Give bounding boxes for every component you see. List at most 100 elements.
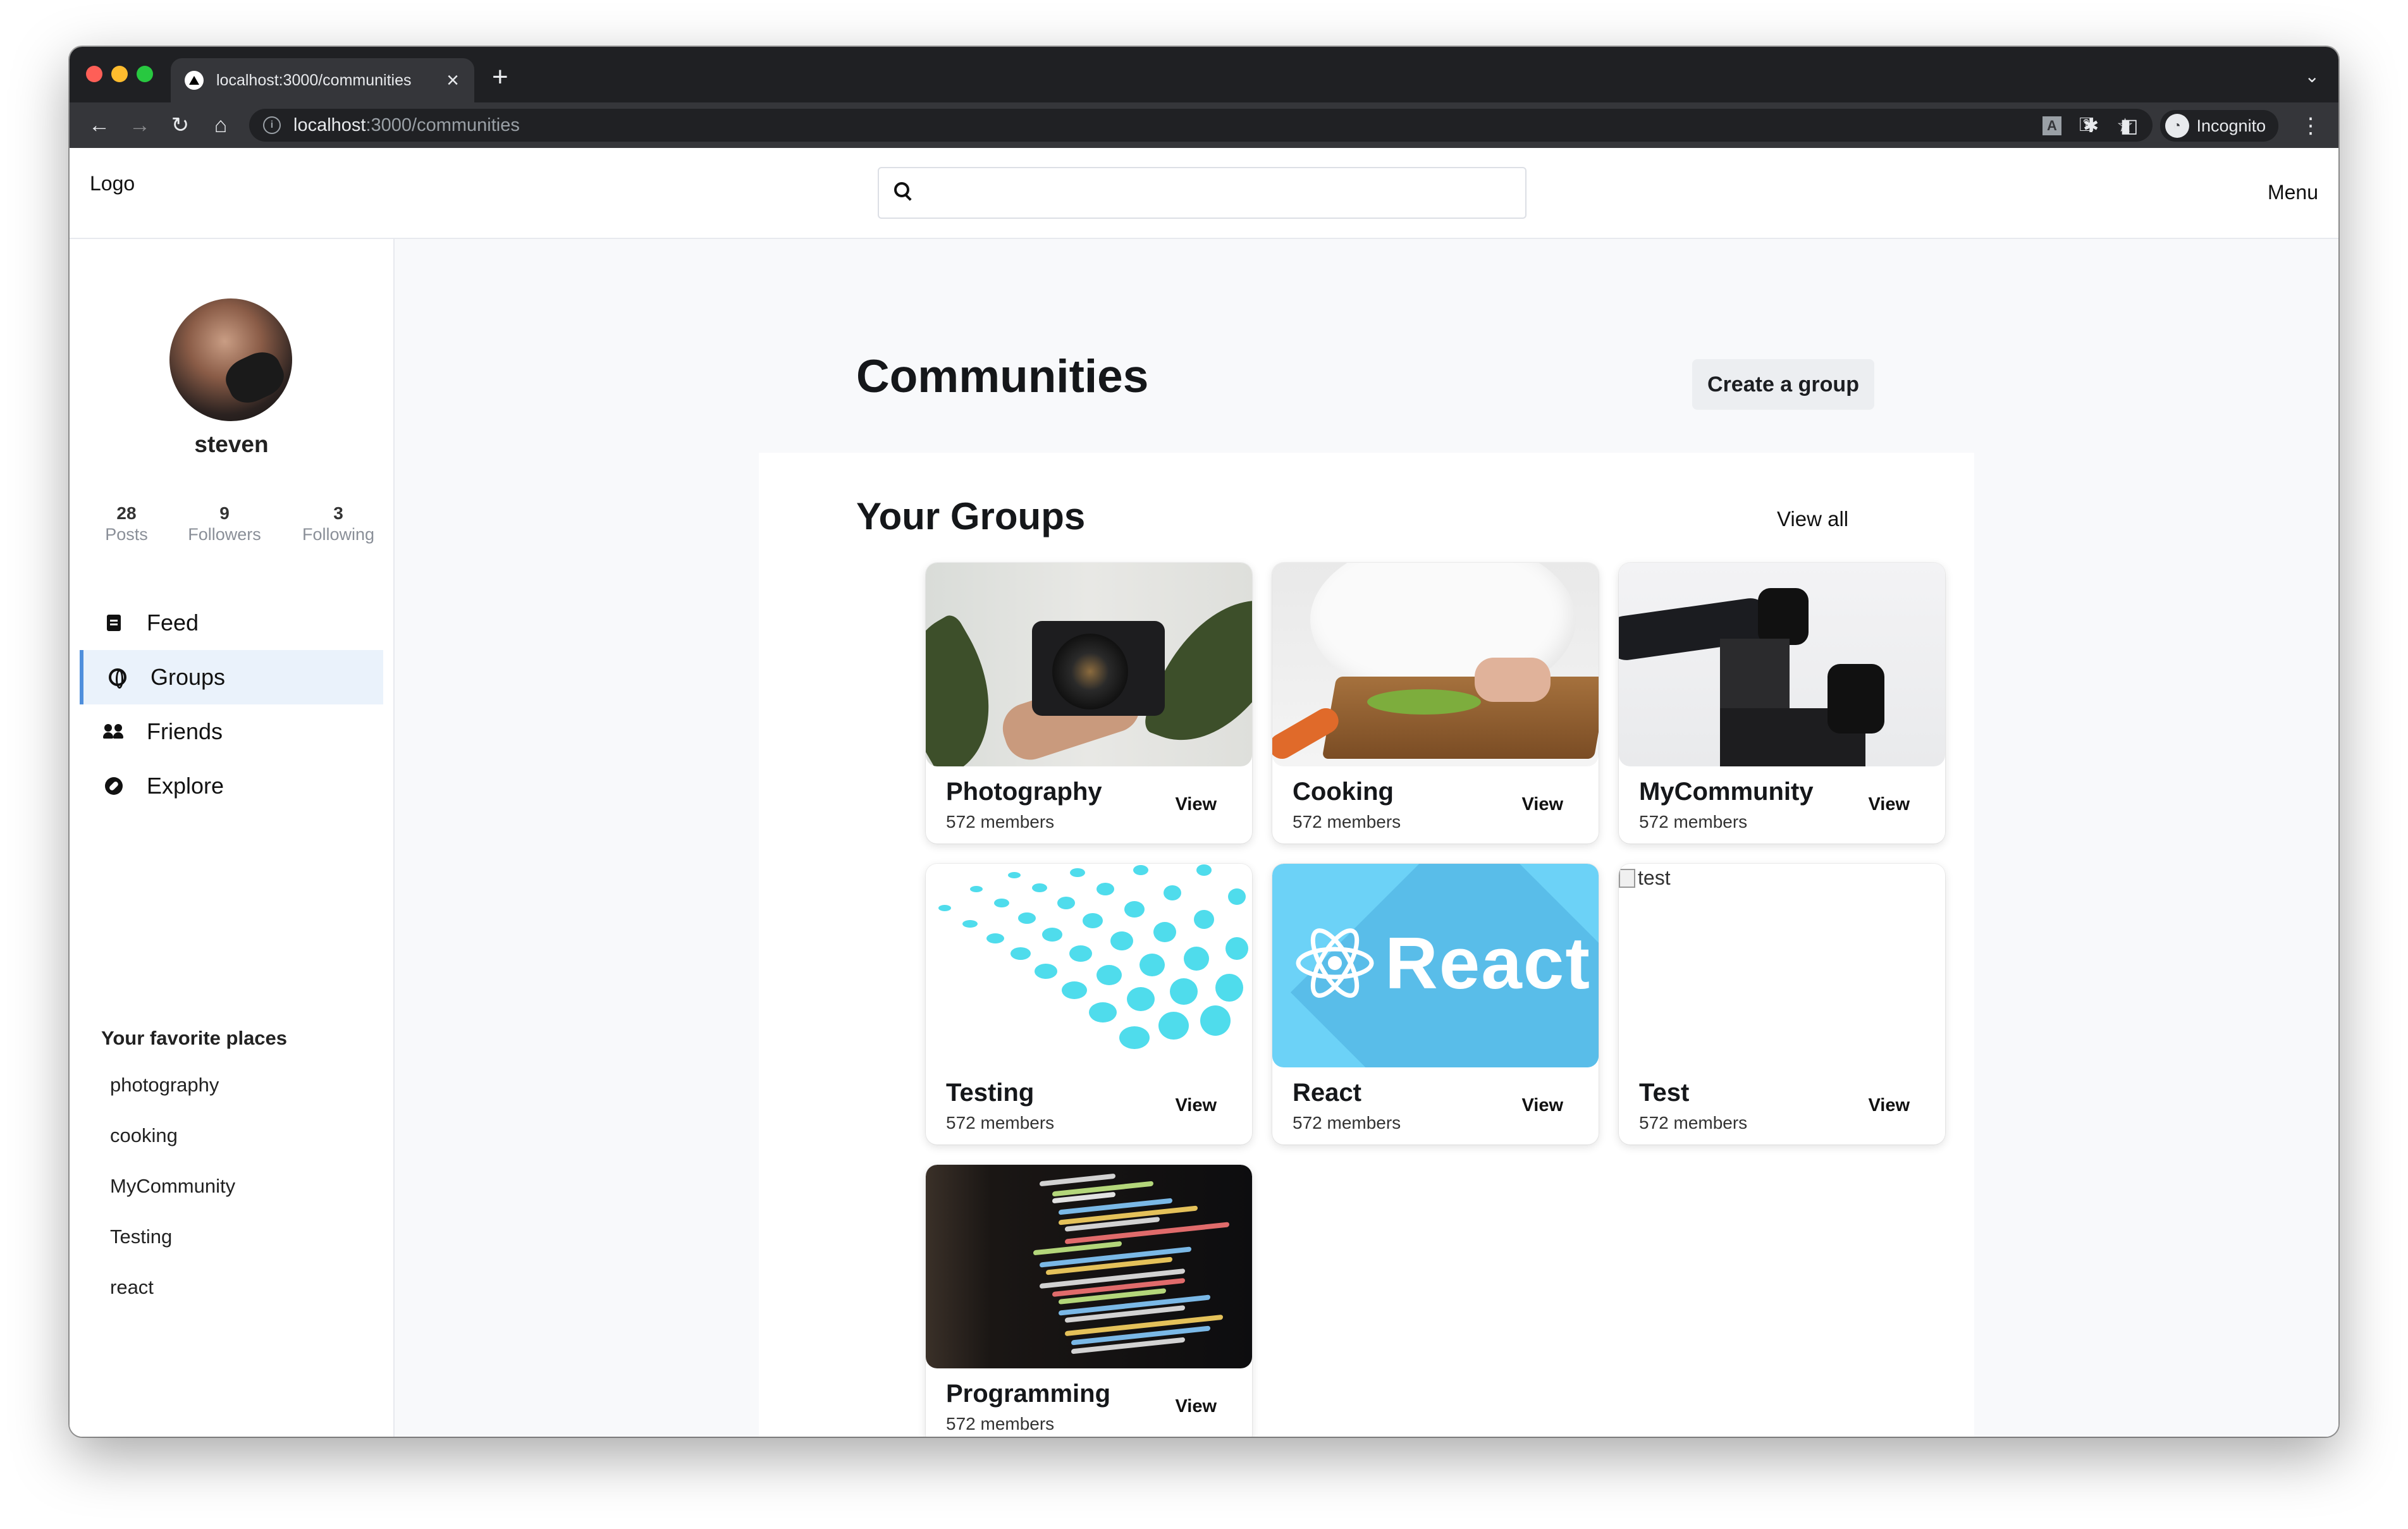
chevron-down-icon[interactable]: ⌄ xyxy=(2305,66,2319,87)
group-members: 572 members xyxy=(946,1414,1055,1434)
sidebar-item-label: Friends xyxy=(147,718,223,744)
group-name: Photography xyxy=(946,778,1102,806)
favorites-list: photography cooking MyCommunity Testing … xyxy=(110,1074,235,1327)
sidebar-item-label: Groups xyxy=(150,664,226,690)
group-members: 572 members xyxy=(1293,812,1401,832)
favorite-item[interactable]: react xyxy=(110,1276,235,1327)
react-logo-text: React xyxy=(1385,922,1591,1004)
view-group-button[interactable]: View xyxy=(1175,1095,1217,1116)
search-icon xyxy=(894,182,909,197)
sidebar-item-friends[interactable]: Friends xyxy=(80,704,383,759)
browser-toolbar: ← → ↻ ⌂ i localhost:3000/communities ⚿ ☆… xyxy=(70,102,2338,148)
group-card-cooking[interactable]: Cooking 572 members View xyxy=(1272,563,1599,844)
stat-label: Following xyxy=(302,525,375,544)
group-image xyxy=(1272,563,1599,766)
sidebar: steven 28 Posts 9 Followers 3 Following xyxy=(70,239,395,1437)
group-image: test xyxy=(1619,864,1945,1067)
extension-a-icon[interactable]: A xyxy=(2042,116,2061,135)
back-arrow-icon[interactable]: ← xyxy=(89,113,110,138)
group-name: Cooking xyxy=(1293,778,1394,806)
search-input[interactable] xyxy=(923,177,1508,207)
minimize-window-button[interactable] xyxy=(111,66,128,82)
logo[interactable]: Logo xyxy=(90,172,135,195)
favorite-item[interactable]: cooking xyxy=(110,1124,235,1175)
avatar[interactable] xyxy=(169,298,292,421)
forward-arrow-icon[interactable]: → xyxy=(129,113,150,138)
incognito-badge[interactable]: ◔ Incognito xyxy=(2159,110,2279,142)
new-tab-icon[interactable]: + xyxy=(492,63,508,91)
compass-icon xyxy=(102,777,125,795)
group-members: 572 members xyxy=(1639,812,1748,832)
users-icon xyxy=(102,724,125,739)
group-card-programming[interactable]: Programming 572 members View xyxy=(926,1165,1252,1437)
side-panel-icon[interactable]: ◧ xyxy=(2120,115,2138,137)
address-bar[interactable]: i localhost:3000/communities ⚿ ☆ xyxy=(249,109,2153,142)
group-card-test[interactable]: test Test 572 members View xyxy=(1619,864,1945,1145)
stat-value: 3 xyxy=(333,503,343,523)
group-members: 572 members xyxy=(1639,1113,1748,1133)
close-tab-icon[interactable]: × xyxy=(446,70,459,91)
browser-tab[interactable]: localhost:3000/communities × xyxy=(171,58,474,102)
close-window-button[interactable] xyxy=(86,66,102,82)
react-atom-icon xyxy=(1296,928,1374,998)
incognito-label: Incognito xyxy=(2196,116,2266,135)
stat-value: 9 xyxy=(219,503,230,523)
group-card-react[interactable]: React React 572 members View xyxy=(1272,864,1599,1145)
sidebar-item-groups[interactable]: Groups xyxy=(80,650,383,704)
sidebar-item-label: Explore xyxy=(147,773,224,799)
group-card-mycommunity[interactable]: MyCommunity 572 members View xyxy=(1619,563,1945,844)
stat-posts[interactable]: 28 Posts xyxy=(89,503,164,544)
kebab-menu-icon[interactable]: ⋮ xyxy=(2300,113,2321,138)
stat-following[interactable]: 3 Following xyxy=(285,503,392,544)
view-group-button[interactable]: View xyxy=(1521,794,1563,815)
sidebar-item-explore[interactable]: Explore xyxy=(80,759,383,813)
page: Logo Menu steven 28 Posts 9 Followers 3 … xyxy=(70,148,2338,1437)
your-groups-panel: Your Groups View all Photography 572 mem… xyxy=(759,453,1974,1437)
menu-button[interactable]: Menu xyxy=(2268,181,2318,204)
favorite-item[interactable]: Testing xyxy=(110,1225,235,1276)
info-icon[interactable]: i xyxy=(263,116,281,134)
create-group-button[interactable]: Create a group xyxy=(1692,359,1874,410)
maximize-window-button[interactable] xyxy=(137,66,153,82)
group-members: 572 members xyxy=(1293,1113,1401,1133)
tab-title: localhost:3000/communities xyxy=(216,71,412,89)
favorite-item[interactable]: MyCommunity xyxy=(110,1175,235,1225)
group-name: React xyxy=(1293,1079,1361,1107)
sidebar-item-feed[interactable]: Feed xyxy=(80,596,383,650)
group-image xyxy=(926,864,1252,1067)
view-group-button[interactable]: View xyxy=(1868,1095,1910,1116)
browser-window: localhost:3000/communities × + ⌄ ← → ↻ ⌂… xyxy=(70,47,2338,1437)
view-group-button[interactable]: View xyxy=(1868,794,1910,815)
section-title: Your Groups xyxy=(856,495,1086,537)
browser-titlebar: localhost:3000/communities × + ⌄ xyxy=(70,47,2338,102)
group-image xyxy=(926,1165,1252,1368)
globe-icon xyxy=(106,668,129,689)
group-image xyxy=(1619,563,1945,766)
sidebar-nav: Feed Groups Friends Explore xyxy=(80,596,383,813)
broken-image-alt: test xyxy=(1619,866,1671,890)
favorite-item[interactable]: photography xyxy=(110,1074,235,1124)
home-icon[interactable]: ⌂ xyxy=(210,113,231,138)
group-image xyxy=(926,563,1252,766)
reload-icon[interactable]: ↻ xyxy=(169,113,191,138)
puzzle-icon[interactable]: ✱ xyxy=(2083,115,2099,137)
incognito-icon: ◔ xyxy=(2165,114,2189,138)
page-title: Communities xyxy=(856,351,1149,402)
view-all-link[interactable]: View all xyxy=(1777,507,1848,531)
group-name: MyCommunity xyxy=(1639,778,1814,806)
username[interactable]: steven xyxy=(70,431,393,458)
view-group-button[interactable]: View xyxy=(1175,1396,1217,1417)
stat-label: Followers xyxy=(188,525,261,544)
url-text: localhost:3000/communities xyxy=(293,114,520,135)
app-header: Logo Menu xyxy=(70,148,2338,239)
view-group-button[interactable]: View xyxy=(1521,1095,1563,1116)
group-members: 572 members xyxy=(946,1113,1055,1133)
group-card-testing[interactable]: Testing 572 members View xyxy=(926,864,1252,1145)
stat-label: Posts xyxy=(105,525,148,544)
search-box[interactable] xyxy=(878,167,1526,219)
broken-image-icon xyxy=(1619,868,1635,888)
view-group-button[interactable]: View xyxy=(1175,794,1217,815)
stat-followers[interactable]: 9 Followers xyxy=(171,503,278,544)
group-card-photography[interactable]: Photography 572 members View xyxy=(926,563,1252,844)
favicon-icon xyxy=(185,71,204,90)
